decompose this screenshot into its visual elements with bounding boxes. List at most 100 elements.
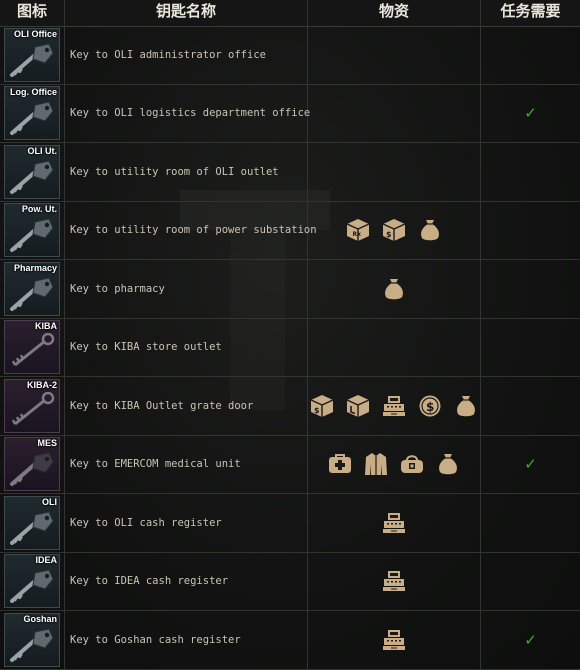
key-icon-cell: OLI Office [0,26,65,84]
key-name: Key to KIBA store outlet [70,341,222,354]
table-row: OLI Key to OLI cash register [0,494,580,553]
key-tag: KIBA-2 [26,379,57,390]
crate-dollar-icon: $ [381,217,407,243]
key-icon-cell: MES [0,435,65,493]
key-icon: OLI Office [4,27,60,82]
cash-register-icon [381,393,407,419]
key-name: Key to utility room of power substation [70,224,317,237]
key-tag: Pharmacy [13,262,57,273]
key-icon-cell: Pharmacy [0,260,65,318]
loot-items-cell [308,494,481,552]
key-name-cell: Key to utility room of power substation [65,201,317,259]
key-icon: MES [4,437,60,492]
quest-cell [481,553,580,611]
key-tag: Pow. Ut. [21,204,57,215]
svg-text:$: $ [314,406,320,415]
header-quest: 任务需要 [500,2,561,20]
key-name-cell: Key to EMERCOM medical unit [65,435,308,493]
quest-cell: ✓ [481,85,580,143]
loot-items-cell [308,552,481,610]
loot-items-cell [308,611,481,669]
key-icon-cell: Log. Office [0,84,65,142]
quest-check-icon: ✓ [524,104,537,123]
svg-text:$: $ [426,400,434,414]
key-icon: Pharmacy [4,261,60,316]
key-tag: KIBA [35,321,57,332]
table-body: OLI Office Key to OLI administrator offic… [0,26,580,670]
loot-items-cell [308,260,481,318]
key-icon-cell: OLI [0,494,65,552]
table-row: OLI Ut. Key to utility room of OLI outlet [0,143,580,202]
coin-icon: $ [417,393,443,419]
svg-text:Rx: Rx [353,231,362,238]
quest-cell: ✓ [481,611,580,669]
key-tag: OLI Office [13,28,57,39]
table-row: KIBA Key to KIBA store outlet [0,318,580,377]
jacket-icon [363,451,389,477]
key-icon: Log. Office [4,86,60,141]
key-tag: OLI Ut. [27,145,58,156]
key-name-cell: Key to utility room of OLI outlet [65,143,308,201]
quest-check-icon: ✓ [524,455,537,474]
key-icon-cell: KIBA-2 [0,377,65,435]
quest-cell [481,202,580,260]
crate-l-icon [345,393,371,419]
key-icon: OLI Ut. [4,144,60,199]
bag-icon [435,451,461,477]
table-row: Goshan Key to Goshan cash register ✓ [0,611,580,670]
key-icon: Goshan [4,612,60,667]
key-icon-cell: Goshan [0,611,65,669]
quest-cell [481,377,580,435]
key-name: Key to IDEA cash register [70,575,229,588]
quest-check-icon: ✓ [524,630,537,649]
table-row: Pow. Ut. Key to utility room of power sub… [0,201,580,260]
crate-rx-icon: Rx [345,217,371,243]
key-name: Key to KIBA Outlet grate door [70,399,254,412]
key-name: Key to Goshan cash register [70,633,241,646]
cash-register-icon [381,627,407,653]
key-icon-cell: Pow. Ut. [0,201,65,259]
key-icon: IDEA [4,554,60,609]
table-header: 图标 钥匙名称 物资 任务需要 [0,0,580,27]
key-icon: OLI [4,495,60,550]
table-row: Log. Office Key to OLI logistics departme… [0,84,580,143]
key-name: Key to utility room of OLI outlet [70,165,279,178]
quest-cell [481,26,580,84]
keys-table: 图标 钥匙名称 物资 任务需要 OLI Office Key to OLI adm… [0,0,580,670]
key-tag: Goshan [23,613,57,624]
quest-cell [481,319,580,377]
bag-icon [381,276,407,302]
key-name-cell: Key to OLI logistics department office [65,84,311,142]
key-name-cell: Key to OLI cash register [65,494,308,552]
table-row: KIBA-2 Key to KIBA Outlet grate door $ $ [0,377,580,436]
loot-items-cell [308,318,481,376]
key-tag: OLI [42,496,57,507]
key-name-cell: Key to Goshan cash register [65,611,308,669]
bag-icon [417,217,443,243]
key-name-cell: Key to KIBA Outlet grate door [65,377,308,435]
key-icon-cell: KIBA [0,318,65,376]
loot-items-cell [308,84,481,142]
key-name-cell: Key to IDEA cash register [65,552,308,610]
medkit-icon [327,451,353,477]
table-row: Pharmacy Key to pharmacy [0,260,580,319]
quest-cell [481,494,580,552]
quest-cell [481,260,580,318]
toolbag-icon [399,451,425,477]
key-name: Key to pharmacy [70,282,165,295]
cash-register-icon [381,510,407,536]
key-name: Key to OLI cash register [70,516,222,529]
svg-text:$: $ [386,230,392,239]
key-name-cell: Key to KIBA store outlet [65,318,308,376]
header-items: 物资 [308,0,481,26]
key-name: Key to EMERCOM medical unit [70,458,241,471]
key-icon: Pow. Ut. [4,203,60,258]
key-name-cell: Key to pharmacy [65,260,308,318]
key-tag: MES [37,438,57,449]
table-row: IDEA Key to IDEA cash register [0,552,580,611]
key-name: Key to OLI logistics department office [70,107,311,120]
key-tag: Log. Office [10,87,57,98]
key-tag: IDEA [35,555,57,566]
bag-icon [453,393,479,419]
key-icon-cell: OLI Ut. [0,143,65,201]
